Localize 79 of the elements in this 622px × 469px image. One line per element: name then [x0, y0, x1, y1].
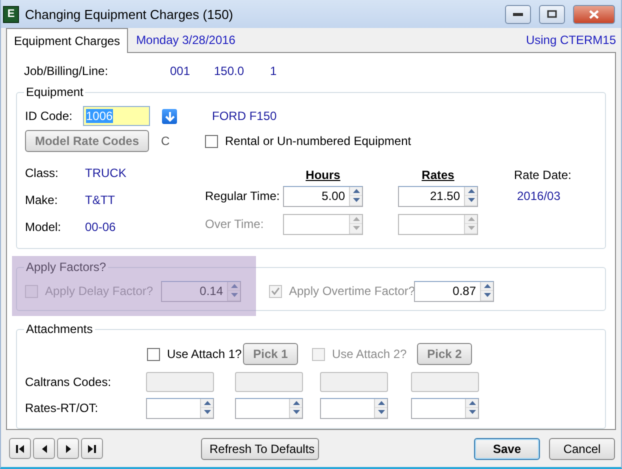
code-field[interactable]: [146, 372, 214, 392]
field-label: Model:: [25, 220, 62, 234]
checkbox[interactable]: [147, 348, 160, 360]
column-header: Rates: [420, 168, 456, 182]
dialog-button[interactable]: Save: [474, 438, 540, 460]
field-value: 00-06: [85, 220, 117, 234]
field-value: T&TT: [85, 192, 116, 206]
pick-button[interactable]: Pick 1: [243, 343, 298, 365]
code-field[interactable]: [235, 372, 303, 392]
field-value: 150.0: [214, 64, 246, 78]
last-record-button[interactable]: [81, 438, 103, 459]
rate-date: 2016/03: [517, 189, 560, 203]
field-value: TRUCK: [85, 166, 128, 180]
maximize-icon: [547, 10, 557, 18]
spin-field[interactable]: [320, 398, 388, 418]
spin-up-icon[interactable]: [204, 400, 210, 405]
first-record-button[interactable]: [9, 438, 31, 459]
field-value: 001: [170, 64, 192, 78]
field-label: ID Code:: [25, 109, 74, 123]
checkbox-label: Use Attach 1?: [167, 347, 243, 361]
spin-down-icon[interactable]: [468, 410, 476, 414]
first-icon: [16, 444, 24, 452]
group-title: Equipment: [24, 85, 86, 99]
spin-down-icon[interactable]: [204, 410, 210, 414]
spin-up-icon[interactable]: [378, 400, 384, 405]
spin-field[interactable]: 21.50: [398, 186, 478, 206]
equipment-name: FORD F150: [212, 109, 277, 123]
app-icon: E: [3, 6, 19, 22]
checkbox-label: Apply Overtime Factor?: [289, 284, 414, 298]
spin-up-icon[interactable]: [468, 400, 476, 405]
previous-icon: [42, 444, 46, 452]
dialog-button[interactable]: Cancel: [549, 438, 615, 460]
field-label: Job/Billing/Line:: [24, 64, 110, 78]
spin-up-icon[interactable]: [292, 400, 300, 405]
code-field[interactable]: [320, 372, 388, 392]
next-record-button[interactable]: [57, 438, 79, 459]
lookup-button[interactable]: [162, 108, 177, 124]
field-label: Regular Time:: [205, 189, 281, 203]
minimize-button[interactable]: [505, 4, 531, 24]
minimize-icon: [513, 12, 523, 16]
spin-field[interactable]: [146, 398, 214, 418]
checkbox-label: Apply Delay Factor?: [45, 284, 154, 298]
group-title: Apply Factors?: [24, 260, 108, 274]
code-letter: C: [161, 134, 171, 148]
field-label: Caltrans Codes:: [25, 375, 112, 389]
spin-down-icon[interactable]: [468, 198, 474, 202]
spin-field[interactable]: [411, 398, 479, 418]
maximize-button[interactable]: [539, 4, 565, 24]
spin-field[interactable]: 5.00: [283, 186, 363, 206]
column-header: Hours: [304, 168, 342, 182]
spin-up-icon[interactable]: [352, 188, 360, 193]
close-button[interactable]: [573, 4, 615, 24]
checkbox-label: Rental or Un-numbered Equipment: [225, 134, 412, 148]
spin-down-icon[interactable]: [484, 293, 490, 298]
dialog-button[interactable]: Refresh To Defaults: [200, 438, 318, 460]
spin-up-icon[interactable]: [484, 284, 490, 288]
field-label: Over Time:: [205, 217, 265, 231]
checkbox[interactable]: [205, 134, 218, 148]
field-label: Make:: [25, 192, 59, 206]
field-label: Rate Date:: [514, 168, 572, 182]
date-text: Monday 3/28/2016: [136, 33, 236, 47]
field-label: Rates-RT/OT:: [25, 401, 100, 415]
spin-down-icon[interactable]: [352, 198, 360, 202]
spin-up-icon[interactable]: [468, 188, 474, 193]
field-label: Class:: [25, 166, 60, 180]
close-icon: [589, 10, 599, 18]
previous-record-button[interactable]: [33, 438, 55, 459]
spin-down-icon[interactable]: [378, 410, 384, 414]
last-icon: [88, 444, 96, 452]
code-field[interactable]: [411, 372, 479, 392]
spin-field[interactable]: [235, 398, 303, 418]
next-icon: [66, 444, 70, 452]
checkbox-label: Use Attach 2?: [332, 347, 408, 361]
spin-down-icon[interactable]: [292, 410, 300, 414]
group-title: Attachments: [24, 322, 95, 336]
term-text: Using CTERM15: [526, 33, 616, 47]
field-value: 1: [270, 64, 278, 78]
window-title: Changing Equipment Charges (150): [25, 6, 234, 22]
tab[interactable]: Equipment Charges: [6, 28, 128, 53]
